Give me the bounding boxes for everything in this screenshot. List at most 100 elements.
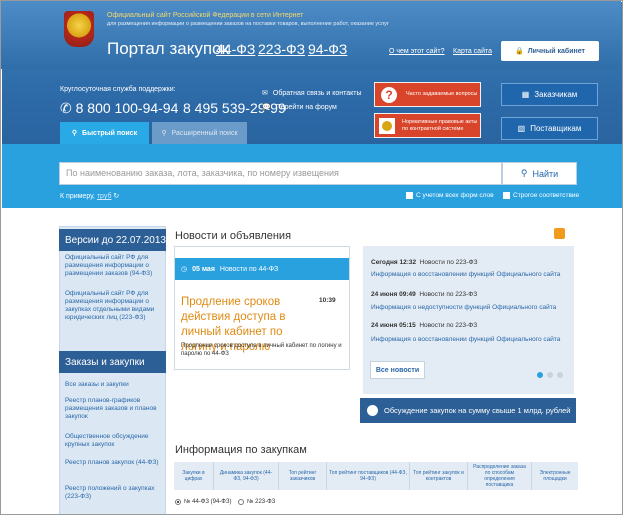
news-category: Новости по 223-ФЗ [419,322,478,329]
lock-icon: 🔒 [515,48,524,55]
faq-label: Часто задаваемые вопросы [406,91,478,97]
all-forms-label: С учетом всех форм слов [416,192,494,199]
news-category: Новости по 223-ФЗ [419,291,478,298]
sidebar-link-regulations[interactable]: Реестр положений о закупках (223-ФЗ) [65,485,161,501]
sitemap-link[interactable]: Карта сайта [453,48,492,55]
list-item-date: 24 июня 09:49 Новости по 223-ФЗ [371,291,477,298]
strict-match-checkbox[interactable]: Строгое соответствие [503,192,579,199]
tab-top-customers[interactable]: Топ рейтинг заказчиков [279,462,327,490]
sidebar-link-all-orders[interactable]: Все заказы и закупки [65,381,161,389]
featured-news-time: 10:39 [319,297,336,304]
site-subtitle: для размещения информации о размещении з… [107,21,389,27]
discussion-label: Обсуждение закупок на сумму свыше 1 млрд… [384,406,571,415]
example-link[interactable]: труб [97,193,112,200]
radio-44fz[interactable]: № 44-ФЗ (94-ФЗ) [175,499,231,505]
news-link[interactable]: Информация о восстановлении функций Офиц… [371,271,560,278]
legal-acts-label: Нормативные правовые акты по контрактной… [402,118,478,132]
news-link[interactable]: Информация о восстановлении функций Офиц… [371,336,560,343]
emblem-icon [378,115,396,137]
search-button[interactable]: ⚲ Найти [502,162,577,185]
tab-top-suppliers[interactable]: Топ рейтинг поставщиков (44-ФЗ, 94-ФЗ) [327,462,410,490]
radio-button [238,499,244,505]
phone-icon: ✆ [60,100,76,116]
factory-icon: ▧ [517,124,526,133]
law-link-94[interactable]: 94-ФЗ [308,41,347,57]
tab-dynamics[interactable]: Динамика закупок (44-ФЗ, 94-ФЗ) [214,462,279,490]
all-news-button[interactable]: Все новости [370,361,425,379]
forum-label: Перейти на форум [275,103,337,111]
site-title-text: Официальный сайт Российской Федерации в … [107,12,304,19]
law-link-44[interactable]: 44-ФЗ [216,41,255,57]
sidebar-link-223fz[interactable]: Официальный сайт РФ для размещения инфор… [65,290,161,322]
carousel-dot[interactable] [557,372,563,378]
discussion-banner[interactable]: Обсуждение закупок на сумму свыше 1 млрд… [360,398,576,423]
tab-top-contracts[interactable]: Топ рейтинг закупок и контрактов [410,462,468,490]
envelope-icon: ✉ [262,90,268,97]
suppliers-button[interactable]: ▧ Поставщикам [501,117,598,140]
site-title: Официальный сайт Российской Федерации в … [107,11,389,29]
info-tabs: Закупки в цифрах Динамика закупок (44-ФЗ… [174,462,578,490]
news-date: 24 июня 09:49 [371,291,416,298]
browser-page: Официальный сайт Российской Федерации в … [0,0,623,515]
tab-quick-search-label: Быстрый поиск [82,129,138,137]
tab-advanced-search-label: Расширенный поиск [171,129,238,137]
list-item-date: 24 июня 05:15 Новости по 223-ФЗ [371,322,477,329]
clock-icon: ◷ [181,266,188,273]
refresh-icon[interactable]: ↻ [113,193,119,200]
tab-stats[interactable]: Закупки в цифрах [174,462,214,490]
search-button-label: Найти [532,168,559,179]
tab-quick-search[interactable]: ⚲ Быстрый поиск [60,122,149,144]
featured-news-date: 05 мая [192,265,215,273]
sidebar-link-purchase-plans[interactable]: Реестр планов закупок (44-ФЗ) [65,459,161,467]
rss-icon[interactable] [554,228,565,239]
news-category: Новости по 223-ФЗ [419,259,478,266]
magnifier-icon: ⚲ [520,168,528,178]
svg-text:?: ? [385,88,392,102]
chat-icon: 💬 [262,104,271,111]
faq-button[interactable]: ? Часто задаваемые вопросы [374,82,481,107]
featured-news-desc: Продление сроков доступа в личный кабине… [181,343,342,357]
law-link-223[interactable]: 223-ФЗ [258,41,305,57]
radio-223fz-label: № 223-ФЗ [247,499,276,505]
customers-label: Заказчикам [534,90,578,99]
customers-button[interactable]: ▦ Заказчикам [501,83,598,106]
search-input[interactable]: По наименованию заказа, лота, заказчика,… [59,162,502,185]
featured-news-category: Новости по 44-ФЗ [219,265,279,273]
phone-1-number: 8 800 100-94-94 [75,100,179,116]
search-example: К примеру, труб ↻ [60,192,119,200]
featured-news-header: ◷ 05 мая Новости по 44-ФЗ [175,258,349,280]
feedback-link[interactable]: ✉ Обратная связь и контакты [262,89,362,98]
all-forms-checkbox[interactable]: С учетом всех форм слов [406,192,494,199]
personal-cabinet-label: Личный кабинет [527,47,585,55]
news-date: Сегодня 12:32 [371,259,417,266]
sidebar-link-94fz[interactable]: Официальный сайт РФ для размещения инфор… [65,254,161,278]
carousel-dot[interactable] [547,372,553,378]
example-label: К примеру, [60,193,95,200]
radio-button [175,499,181,505]
coat-of-arms-logo [64,11,94,47]
strict-match-label: Строгое соответствие [513,192,580,199]
carousel-dot[interactable] [537,372,543,378]
sidebar-link-plan-schedules[interactable]: Реестр планов-графиков размещения заказо… [65,397,161,421]
tab-advanced-search[interactable]: ⚲ Расширенный поиск [152,122,247,144]
tab-platforms[interactable]: Электронные площадки [532,462,578,490]
chat-bubble-icon [367,405,378,416]
checkbox-box [406,192,413,199]
suppliers-label: Поставщикам [530,124,582,133]
support-title: Круглосуточная служба поддержки: [60,86,176,93]
search-icon: ⚲ [71,130,78,137]
question-icon: ? [378,84,400,106]
sidebar-link-public-discussion[interactable]: Общественное обсуждение крупных закупок [65,433,161,449]
about-link[interactable]: О чем этот сайт? [389,48,445,55]
news-link[interactable]: Информация о недоступности функций Офици… [371,304,556,311]
radio-223fz[interactable]: № 223-ФЗ [238,499,275,505]
building-icon: ▦ [521,90,530,99]
personal-cabinet-button[interactable]: 🔒 Личный кабинет [501,41,599,61]
tab-distribution[interactable]: Распределение заказа по способам определ… [468,462,532,490]
radio-44fz-label: № 44-ФЗ (94-ФЗ) [184,499,232,505]
feedback-label: Обратная связь и контакты [272,89,362,97]
legal-acts-button[interactable]: Нормативные правовые акты по контрактной… [374,113,481,138]
forum-link[interactable]: 💬 Перейти на форум [262,103,337,112]
orders-title: Заказы и закупки [59,351,166,373]
search-plus-icon: ⚲ [161,130,167,137]
